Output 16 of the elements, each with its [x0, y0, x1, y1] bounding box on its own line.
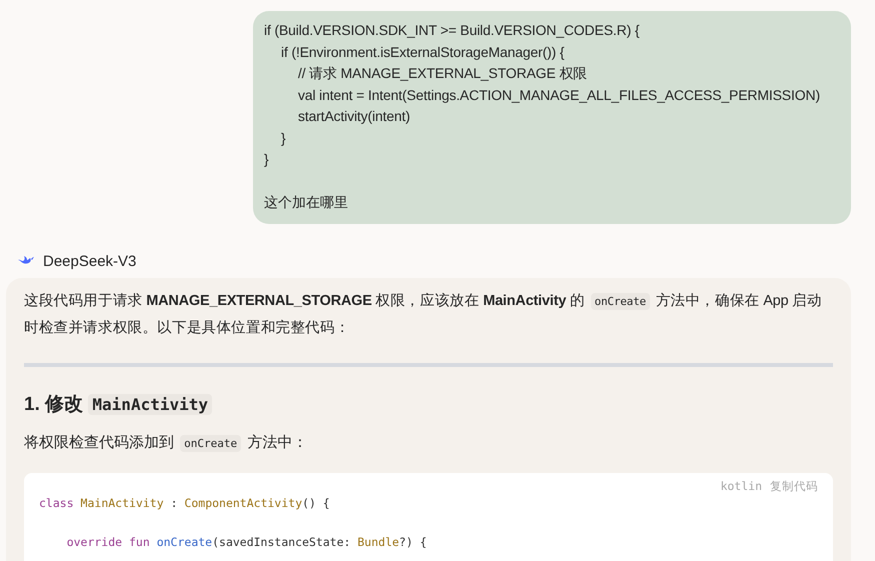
code-line: override fun onCreate(savedInstanceState: Bundle?) {	[66, 534, 428, 550]
code-line: val intent = Intent(Settings.ACTION_MANAGE_ALL_FILES_ACCESS_PERMISSION)	[298, 86, 821, 105]
model-name: DeepSeek-V3	[43, 252, 136, 270]
code-line: if (Build.VERSION.SDK_INT >= Build.VERSION_CODES.R) {	[264, 21, 640, 40]
copy-code-link[interactable]: 复制代码	[770, 478, 818, 494]
code-line: // 请求 MANAGE_EXTERNAL_STORAGE 权限	[298, 64, 588, 83]
code-line: if (!Environment.isExternalStorageManager()) {	[281, 42, 566, 62]
code-line: class MainActivity : ComponentActivity() {	[39, 494, 331, 512]
section-heading: 1. 修改 MainActivity	[24, 390, 833, 420]
code-line: startActivity(intent)	[298, 107, 411, 126]
question-text: 这个加在哪里	[264, 193, 349, 212]
language-label: kotlin	[720, 478, 762, 494]
answer-paragraph: 这段代码用于请求 MANAGE_EXTERNAL_STORAGE 权限，应该放在 MainActivity 的 onCreate 方法中，确保在 App 启动时检查并请求权限。以下是具体位置和完整代码：	[24, 292, 823, 338]
step-text: 将权限检查代码添加到 onCreate 方法中：	[24, 432, 308, 454]
code-line: }	[264, 150, 270, 169]
code-line: }	[281, 128, 287, 148]
